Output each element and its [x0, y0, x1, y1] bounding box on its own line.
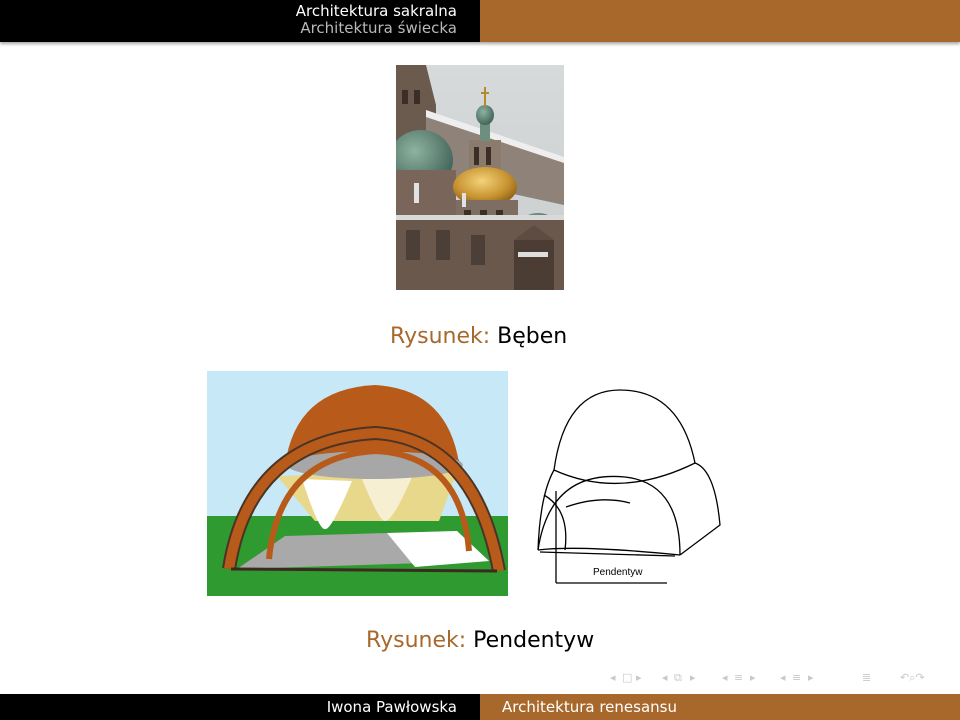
- nav-subsub-next-icon[interactable]: ▸: [808, 671, 814, 684]
- footer-author-bar: Iwona Pawłowska: [0, 694, 480, 720]
- header-accent-bar: [480, 0, 960, 42]
- figure-caption-drum: Rysunek: Bęben: [390, 324, 567, 349]
- footer-title-bar: Architektura renesansu: [480, 694, 960, 720]
- nav-section-prev-icon[interactable]: ◂: [722, 671, 728, 684]
- nav-search-icon[interactable]: ↶⌕↷: [900, 671, 925, 685]
- footer-title: Architektura renesansu: [502, 698, 677, 716]
- nav-frame-next-icon[interactable]: ▸: [636, 671, 642, 684]
- beamer-navigation: ◂ □ ▸ ◂ ⧉ ▸ ◂ ≡ ▸ ◂ ≡ ▸ ≣ ↶⌕↷: [610, 669, 955, 689]
- nav-subsub-icon[interactable]: ≡: [792, 671, 801, 684]
- nav-align-icon[interactable]: ≣: [862, 671, 871, 684]
- figure-label: Rysunek:: [366, 628, 467, 653]
- diagram-label-pendentive: Pendentyw: [593, 567, 643, 578]
- footer-author: Iwona Pawłowska: [326, 698, 457, 716]
- nav-subsection-prev-icon[interactable]: ◂: [662, 671, 668, 684]
- pendentive-color-illustration: [207, 371, 508, 596]
- nav-subsub-prev-icon[interactable]: ◂: [780, 671, 786, 684]
- header-sections-bar: Architektura sakralna Architektura świec…: [0, 0, 480, 42]
- figure-label: Rysunek:: [390, 324, 491, 349]
- pendentive-line-diagram: Pendentyw: [530, 385, 730, 585]
- figure-caption-pendentive: Rysunek: Pendentyw: [366, 628, 594, 653]
- nav-frame-icon[interactable]: □: [622, 671, 632, 684]
- section-link-secular[interactable]: Architektura świecka: [300, 20, 457, 37]
- nav-subsection-next-icon[interactable]: ▸: [690, 671, 696, 684]
- section-link-sacral[interactable]: Architektura sakralna: [296, 3, 457, 20]
- drum-photo: [389, 65, 564, 290]
- nav-subsection-icon[interactable]: ⧉: [674, 671, 682, 685]
- nav-frame-prev-icon[interactable]: ◂: [610, 671, 616, 684]
- nav-section-next-icon[interactable]: ▸: [750, 671, 756, 684]
- nav-section-icon[interactable]: ≡: [734, 671, 743, 684]
- figure-caption-text: Bęben: [497, 324, 568, 349]
- figure-caption-text: Pendentyw: [473, 628, 595, 653]
